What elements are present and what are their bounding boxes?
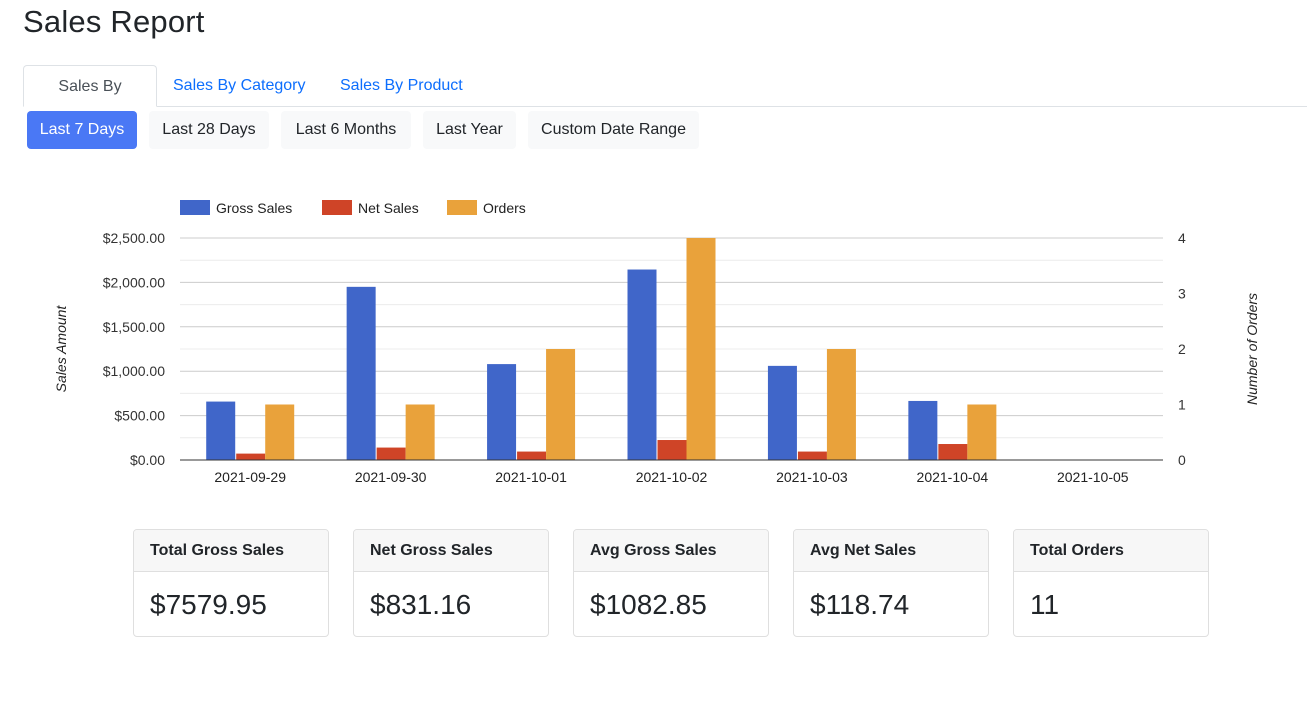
x-tick-label: 2021-10-04 [917,469,989,485]
page-title: Sales Report [23,4,205,39]
y-left-tick-label: $2,500.00 [103,230,165,246]
tab-sales-by-date[interactable]: Sales By Date [23,65,157,136]
y-right-tick-label: 1 [1178,397,1186,413]
y-right-tick-label: 0 [1178,452,1186,468]
x-tick-label: 2021-10-03 [776,469,848,485]
bar-orders [405,404,435,460]
card-net-gross-sales: Net Gross Sales $831.16 [353,529,549,637]
legend-swatch-gross [180,200,210,215]
legend-label-orders: Orders [483,200,526,216]
bar-net-sales [376,447,406,460]
bar-orders [265,404,295,460]
bar-gross-sales [627,269,657,460]
legend-swatch-net [322,200,352,215]
x-tick-label: 2021-10-02 [636,469,708,485]
bar-gross-sales [206,401,236,460]
y-right-tick-label: 3 [1178,286,1186,302]
bar-orders [546,349,576,460]
x-tick-label: 2021-10-05 [1057,469,1129,485]
card-avg-net-sales: Avg Net Sales $118.74 [793,529,989,637]
legend-label-gross: Gross Sales [216,200,292,216]
bar-net-sales [236,453,266,460]
y-left-tick-label: $1,500.00 [103,319,165,335]
last-year-button[interactable]: Last Year [423,111,516,149]
bar-net-sales [797,451,827,460]
x-tick-label: 2021-10-01 [495,469,567,485]
bar-orders [686,238,716,460]
bar-gross-sales [767,365,797,460]
card-total-gross-sales: Total Gross Sales $7579.95 [133,529,329,637]
last-6-months-button[interactable]: Last 6 Months [281,111,411,149]
bar-gross-sales [908,400,938,460]
y-right-tick-label: 2 [1178,341,1186,357]
plot-area: $0.00 $500.00 $1,000.00 $1,500.00 $2,000.00 $… [103,230,1186,485]
bar-net-sales [517,451,547,460]
card-avg-gross-sales: Avg Gross Sales $1082.85 [573,529,769,637]
bar-orders [826,349,856,460]
card-value: $831.16 [370,589,472,620]
card-title: Total Orders [1014,530,1208,572]
y-right-tick-label: 4 [1178,230,1186,246]
card-value: $1082.85 [590,589,707,620]
y-left-tick-label: $500.00 [114,408,165,424]
x-tick-label: 2021-09-29 [214,469,286,485]
legend-label-net: Net Sales [358,200,419,216]
card-title: Net Gross Sales [354,530,548,572]
bar-gross-sales [487,364,517,460]
y-axis-right-label: Number of Orders [1244,293,1260,405]
bar-gross-sales [346,286,376,460]
last-28-days-button[interactable]: Last 28 Days [149,111,269,149]
custom-date-range-button[interactable]: Custom Date Range [528,111,699,149]
last-7-days-button[interactable]: Last 7 Days [27,111,137,149]
chart-legend: Gross Sales Net Sales Orders [180,200,526,216]
y-left-tick-label: $1,000.00 [103,363,165,379]
bar-orders [967,404,997,460]
tab-sales-by-category[interactable]: Sales By Category [157,65,322,106]
sales-report-page: Sales Report Sales By Date Sales By Cate… [0,0,1307,713]
card-value: 11 [1030,589,1060,620]
bar-net-sales [657,440,687,460]
card-value: $118.74 [810,589,910,620]
legend-swatch-orders [447,200,477,215]
y-left-tick-label: $0.00 [130,452,165,468]
bar-net-sales [938,444,968,460]
y-left-tick-label: $2,000.00 [103,274,165,290]
tab-sales-by-product[interactable]: Sales By Product [324,65,479,106]
card-title: Avg Gross Sales [574,530,768,572]
card-total-orders: Total Orders 11 [1013,529,1209,637]
y-axis-left-label: Sales Amount [53,305,69,393]
card-title: Avg Net Sales [794,530,988,572]
report-tabs: Sales By Date Sales By Category Sales By… [23,65,1307,136]
card-value: $7579.95 [150,589,267,620]
x-tick-label: 2021-09-30 [355,469,427,485]
card-title: Total Gross Sales [134,530,328,572]
sales-chart: Gross Sales Net Sales Orders Sales Amoun… [53,200,1260,485]
